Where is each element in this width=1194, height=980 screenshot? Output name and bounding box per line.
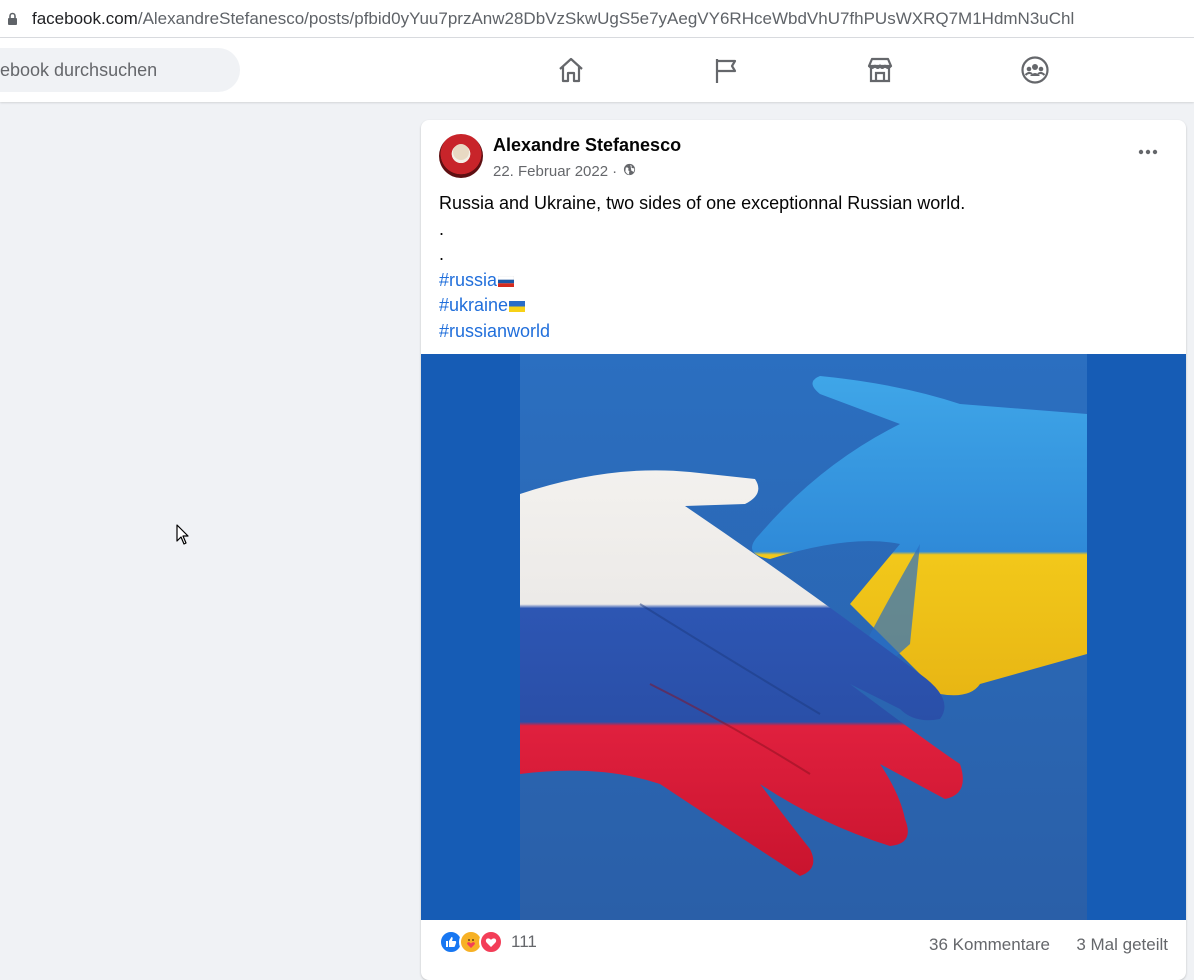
post-image[interactable] — [421, 354, 1186, 920]
groups-icon[interactable] — [1019, 54, 1051, 86]
hashtag-line: #russianworld — [439, 319, 965, 345]
search-placeholder: ebook durchsuchen — [0, 59, 158, 80]
reactions-count: 111 — [511, 932, 537, 951]
comments-count-link[interactable]: 36 Kommentare — [929, 935, 1050, 955]
hashtag-line: #russia — [439, 268, 965, 294]
url-host: facebook.com — [32, 8, 138, 28]
post-card: Alexandre Stefanesco 22. Februar 2022 · … — [421, 120, 1186, 980]
facebook-top-navigation: ebook durchsuchen — [0, 38, 1194, 102]
globe-icon — [621, 163, 636, 180]
post-date[interactable]: 22. Februar 2022 — [493, 163, 608, 180]
search-input[interactable]: ebook durchsuchen — [0, 48, 240, 92]
author-avatar[interactable] — [439, 134, 483, 178]
marketplace-icon[interactable] — [864, 54, 896, 86]
post-text-line: . — [439, 218, 445, 239]
browser-address-bar[interactable]: facebook.com/AlexandreStefanesco/posts/p… — [0, 0, 1194, 38]
ukraine-flag-icon — [509, 301, 526, 312]
url-text[interactable]: facebook.com/AlexandreStefanesco/posts/p… — [32, 9, 1074, 29]
post-text-line: Russia and Ukraine, two sides of one exc… — [439, 193, 966, 213]
hashtag-russianworld[interactable]: #russianworld — [439, 321, 550, 341]
painted-hands-image — [520, 354, 1087, 920]
mouse-cursor-icon — [176, 524, 190, 546]
russia-flag-icon — [498, 275, 515, 287]
love-reaction-icon — [479, 930, 503, 954]
hashtag-line: #ukraine — [439, 293, 965, 319]
lock-icon — [6, 11, 18, 27]
hashtag-russia[interactable]: #russia — [439, 270, 497, 290]
author-name[interactable]: Alexandre Stefanesco — [493, 135, 681, 156]
hashtag-ukraine[interactable]: #ukraine — [439, 295, 508, 315]
home-icon[interactable] — [555, 54, 587, 86]
url-path: /AlexandreStefanesco/posts/pfbid0yYuu7pr… — [137, 8, 1075, 28]
post-meta: 22. Februar 2022 · — [493, 163, 636, 180]
post-text: Russia and Ukraine, two sides of one exc… — [439, 191, 965, 344]
post-text-line: . — [439, 244, 445, 264]
shares-count-link[interactable]: 3 Mal geteilt — [1076, 935, 1168, 955]
reactions-summary[interactable]: 111 — [439, 930, 537, 954]
meta-separator: · — [612, 163, 618, 180]
more-options-icon[interactable] — [1136, 142, 1160, 162]
pages-flag-icon[interactable] — [710, 54, 742, 86]
